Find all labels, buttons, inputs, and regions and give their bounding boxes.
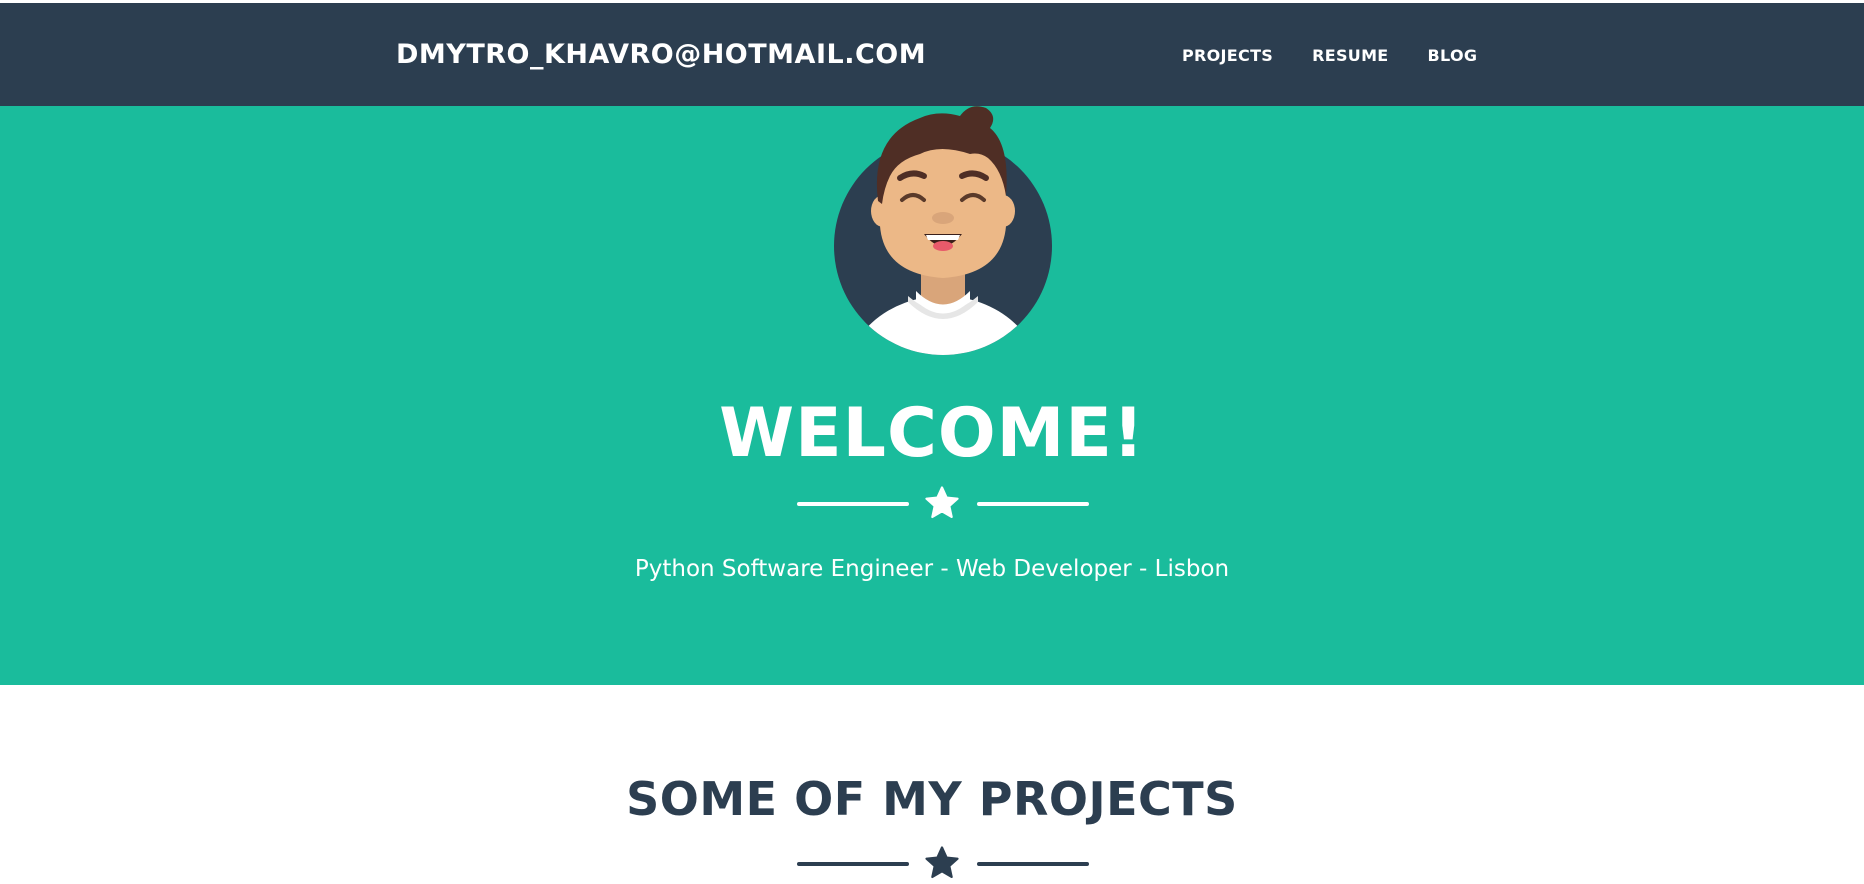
hero-section: WELCOME! Python Software Engineer - Web … [0,106,1864,685]
hero-subtitle: Python Software Engineer - Web Developer… [634,556,1230,582]
nav-link-projects[interactable]: PROJECTS [1182,46,1273,65]
divider-line-right [977,502,1089,506]
divider-line-left [797,862,909,866]
nav-link-blog[interactable]: BLOG [1428,46,1478,65]
brand-link[interactable]: DMYTRO_KHAVRO@HOTMAIL.COM [396,39,926,70]
projects-star-divider [0,844,1864,884]
star-icon [925,486,959,519]
avatar [820,106,1060,366]
divider-line-left [797,502,909,506]
projects-heading: SOME OF MY PROJECTS [626,772,1238,826]
welcome-heading: WELCOME! [719,394,1145,473]
nav-links: PROJECTS RESUME BLOG [1182,46,1516,65]
divider-line-right [977,862,1089,866]
hero-star-divider [0,484,1864,524]
star-icon [925,846,959,879]
nav-link-resume[interactable]: RESUME [1312,46,1388,65]
smiling-man-avatar-icon [834,106,1052,355]
navbar: DMYTRO_KHAVRO@HOTMAIL.COM PROJECTS RESUM… [0,0,1864,106]
